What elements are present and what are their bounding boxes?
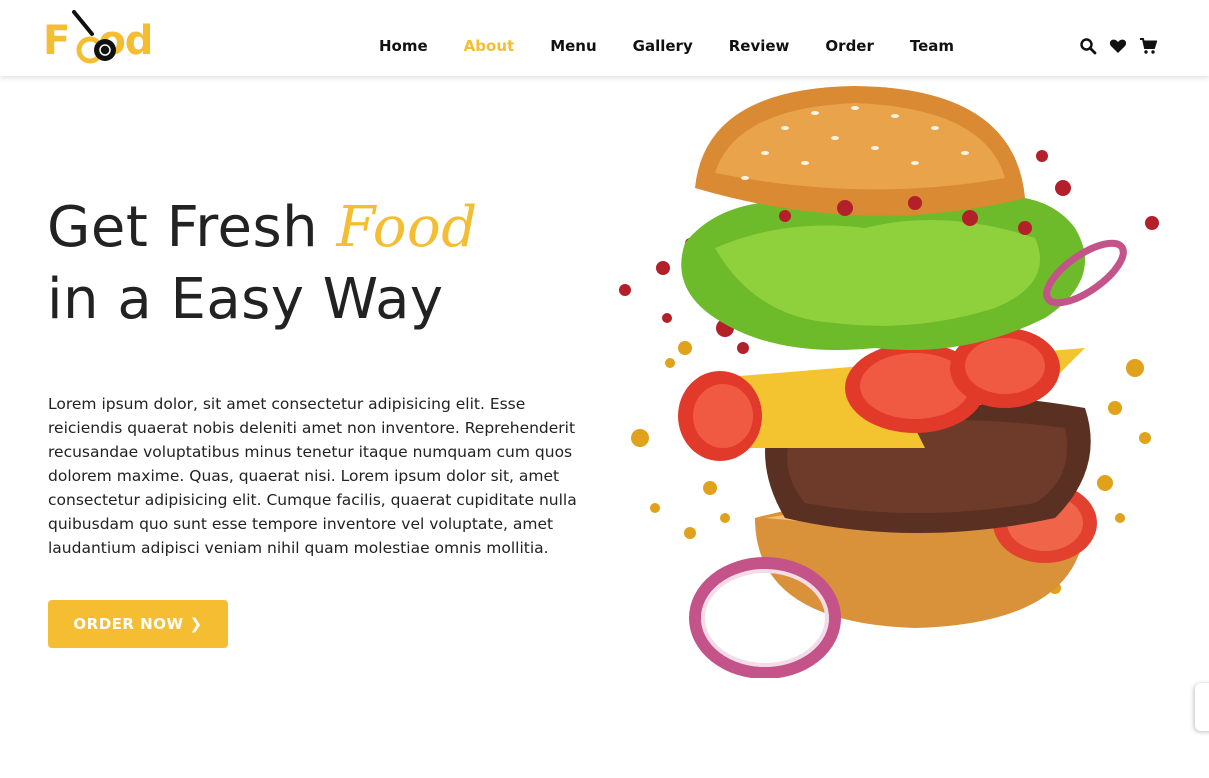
order-now-button[interactable]: ORDER NOW ❯ (48, 600, 228, 648)
headline-accent: Food (336, 195, 478, 260)
main-nav: Home About Menu Gallery Review Order Tea… (379, 37, 990, 55)
nav-order[interactable]: Order (825, 37, 873, 55)
hero-description: Lorem ipsum dolor, sit amet consectetur … (48, 395, 577, 557)
chevron-right-icon: ❯ (189, 615, 203, 633)
headline-part1: Get Fresh (47, 195, 337, 260)
nav-review[interactable]: Review (729, 37, 790, 55)
nav-team[interactable]: Team (910, 37, 954, 55)
nav-menu[interactable]: Menu (550, 37, 596, 55)
nav-gallery[interactable]: Gallery (633, 37, 693, 55)
brand-logo[interactable]: F od (43, 10, 153, 64)
cart-icon[interactable] (1139, 37, 1157, 55)
headline-line2: in a Easy Way (47, 267, 444, 332)
nav-home[interactable]: Home (379, 37, 428, 55)
header-icons (1079, 37, 1169, 55)
logo-pan-icon (72, 10, 116, 64)
burger-image (619, 86, 1159, 678)
side-widget-tab[interactable] (1195, 683, 1209, 731)
heart-icon[interactable] (1109, 37, 1127, 55)
site-header: F od Home About Menu Gallery Review Orde… (0, 0, 1209, 76)
search-icon[interactable] (1079, 37, 1097, 55)
hero-headline: Get Fresh Food in a Easy Way (47, 192, 607, 336)
nav-about[interactable]: About (464, 37, 515, 55)
order-now-label: ORDER NOW (73, 615, 184, 633)
